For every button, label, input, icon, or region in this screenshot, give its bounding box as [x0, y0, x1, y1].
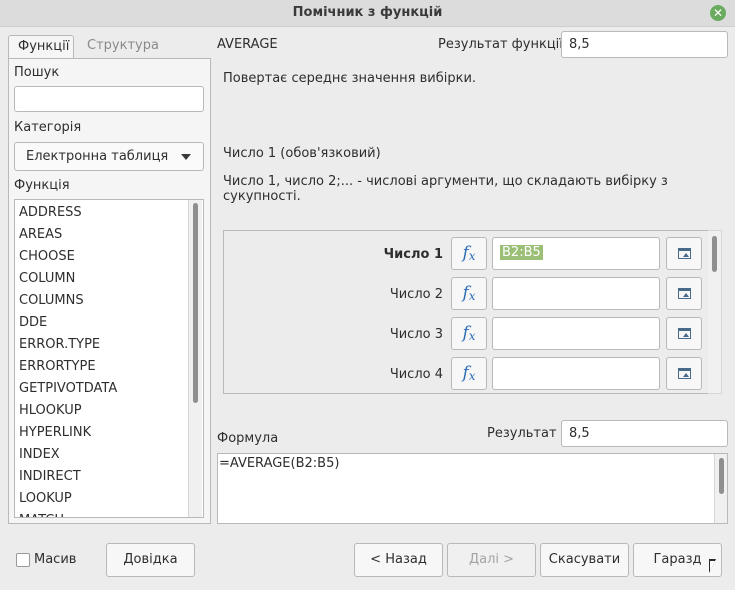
chevron-down-icon: [181, 154, 191, 160]
arg-label-number3: Число 3: [389, 327, 443, 342]
list-item[interactable]: DDE: [19, 312, 117, 334]
shrink-icon: [678, 368, 691, 379]
cancel-button[interactable]: Скасувати: [540, 543, 629, 577]
back-button[interactable]: < Назад: [354, 543, 443, 577]
list-item[interactable]: COLUMNS: [19, 290, 117, 312]
function-icon[interactable]: fx: [451, 237, 487, 270]
list-item[interactable]: INDIRECT: [19, 466, 117, 488]
array-checkbox[interactable]: [16, 553, 30, 567]
formula-label: Формула: [217, 431, 279, 446]
list-item[interactable]: ERRORTYPE: [19, 356, 117, 378]
shrink-icon: [678, 248, 691, 259]
help-button[interactable]: Довідка: [106, 543, 195, 577]
arg-input-number4[interactable]: [492, 357, 660, 390]
result-label: Результат: [487, 426, 557, 441]
shrink-button-number1[interactable]: [666, 237, 702, 270]
list-item[interactable]: LOOKUP: [19, 488, 117, 510]
function-icon[interactable]: fx: [451, 357, 487, 390]
list-item[interactable]: HYPERLINK: [19, 422, 117, 444]
list-item[interactable]: HLOOKUP: [19, 400, 117, 422]
function-list-scrollbar[interactable]: [188, 200, 202, 517]
function-result-value: 8,5: [569, 37, 590, 52]
list-item[interactable]: CHOOSE: [19, 246, 117, 268]
tab-structure[interactable]: Структура: [78, 35, 168, 59]
scrollbar-thumb[interactable]: [719, 458, 724, 494]
scrollbar-thumb[interactable]: [712, 236, 717, 272]
function-result-label: Результат функції: [438, 37, 563, 52]
list-item[interactable]: AREAS: [19, 224, 117, 246]
list-item[interactable]: MATCH: [19, 510, 117, 517]
list-item[interactable]: GETPIVOTDATA: [19, 378, 117, 400]
function-icon[interactable]: fx: [451, 317, 487, 350]
scrollbar-thumb[interactable]: [193, 203, 198, 403]
shrink-button-number2[interactable]: [666, 277, 702, 310]
search-input[interactable]: [14, 86, 204, 112]
category-dropdown[interactable]: Електронна таблиця: [14, 142, 204, 171]
list-item[interactable]: INDEX: [19, 444, 117, 466]
function-list[interactable]: ADDRESS AREAS CHOOSE COLUMN COLUMNS DDE …: [14, 199, 204, 518]
formula-text: =AVERAGE(B2:B5): [219, 456, 340, 471]
arg-input-number2[interactable]: [492, 277, 660, 310]
tab-functions[interactable]: Функції: [8, 35, 74, 59]
shrink-button-number3[interactable]: [666, 317, 702, 350]
category-selected: Електронна таблиця: [26, 149, 169, 164]
shrink-button-number4[interactable]: [666, 357, 702, 390]
list-item[interactable]: ERROR.TYPE: [19, 334, 117, 356]
arg-label-number4: Число 4: [389, 367, 443, 382]
result-field: 8,5: [561, 420, 728, 447]
close-icon[interactable]: ✕: [710, 5, 726, 21]
arg-label-number1: Число 1: [383, 247, 443, 262]
argument-description: Число 1, число 2;... - числові аргументи…: [223, 174, 668, 204]
mouse-cursor-icon: [709, 559, 716, 573]
window-title: Помічник з функцій: [292, 5, 443, 20]
result-value: 8,5: [569, 426, 590, 441]
arg-label-number2: Число 2: [389, 287, 443, 302]
shrink-icon: [678, 328, 691, 339]
arguments-scrollbar[interactable]: [708, 230, 722, 394]
function-icon[interactable]: fx: [451, 277, 487, 310]
shrink-icon: [678, 288, 691, 299]
title-bar: Помічник з функцій ✕: [0, 0, 735, 27]
function-result-field: 8,5: [561, 31, 728, 58]
arg-input-number1[interactable]: B2:B5: [492, 237, 660, 270]
function-description: Повертає середнє значення вибірки.: [223, 71, 477, 86]
search-label: Пошук: [14, 65, 60, 80]
formula-editor[interactable]: =AVERAGE(B2:B5): [217, 453, 728, 524]
list-item[interactable]: ADDRESS: [19, 202, 117, 224]
argument-title: Число 1 (обов'язковий): [223, 146, 381, 161]
next-button[interactable]: Далі >: [447, 543, 536, 577]
list-item[interactable]: COLUMN: [19, 268, 117, 290]
arg-input-number3[interactable]: [492, 317, 660, 350]
formula-scrollbar[interactable]: [714, 454, 727, 523]
array-checkbox-label: Масив: [34, 552, 77, 567]
function-name: AVERAGE: [217, 37, 278, 52]
arg-value-number1: B2:B5: [500, 245, 543, 260]
category-label: Категорія: [14, 120, 82, 135]
function-list-label: Функція: [14, 178, 70, 193]
